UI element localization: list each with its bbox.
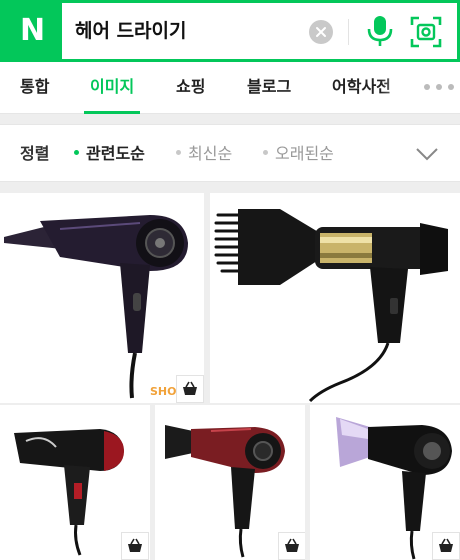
tab-fade-overlay <box>380 62 420 113</box>
voice-search-button[interactable] <box>365 14 395 48</box>
camera-lens-icon <box>410 16 442 48</box>
shopping-basket-icon <box>128 538 142 552</box>
divider <box>348 19 349 45</box>
sort-option-oldest[interactable]: 오래된순 <box>263 125 334 183</box>
image-result-5[interactable] <box>310 405 460 560</box>
search-input[interactable]: 헤어 드라이기 <box>75 3 187 59</box>
image-result-1[interactable]: SHO <box>0 193 204 403</box>
shop-badge[interactable] <box>176 375 204 403</box>
shop-badge[interactable] <box>432 532 460 560</box>
search-header: N 헤어 드라이기 <box>0 0 460 62</box>
shop-badge[interactable] <box>278 532 305 560</box>
shopping-basket-icon <box>285 538 299 552</box>
watermark-text: SHO <box>150 385 177 398</box>
close-icon <box>316 27 326 37</box>
shopping-basket-icon <box>183 381 197 395</box>
dot-icon <box>176 150 181 155</box>
sort-option-newest[interactable]: 최신순 <box>176 125 232 183</box>
naver-logo[interactable]: N <box>3 3 62 59</box>
microphone-icon <box>367 16 393 46</box>
search-tabs: 통합 이미지 쇼핑 블로그 어학사전 <box>0 62 460 114</box>
dot-icon <box>263 150 268 155</box>
tab-blog[interactable]: 블로그 <box>247 62 291 114</box>
sort-option-label: 오래된순 <box>275 144 334 163</box>
more-tabs-icon[interactable] <box>424 84 456 92</box>
selected-dot-icon <box>74 150 79 155</box>
shopping-basket-icon <box>439 538 453 552</box>
sort-option-label: 관련도순 <box>86 144 145 163</box>
search-bar: N 헤어 드라이기 <box>0 0 460 62</box>
image-result-3[interactable] <box>0 405 150 560</box>
hair-dryer-image <box>4 215 188 399</box>
shop-badge[interactable] <box>121 532 149 560</box>
hair-dryer-diffuser-image <box>214 209 448 403</box>
image-search-button[interactable] <box>410 16 442 48</box>
image-result-4[interactable] <box>155 405 305 560</box>
chevron-down-icon[interactable] <box>416 147 438 161</box>
sort-option-label: 최신순 <box>188 144 233 163</box>
tab-shopping[interactable]: 쇼핑 <box>176 62 205 114</box>
clear-search-button[interactable] <box>309 20 333 44</box>
sort-label: 정렬 <box>20 144 50 163</box>
tab-images[interactable]: 이미지 <box>83 62 141 114</box>
sort-bar: 정렬 관련도순 최신순 오래된순 <box>0 124 460 182</box>
sort-option-relevance[interactable]: 관련도순 <box>74 125 145 183</box>
image-result-2[interactable] <box>210 193 460 403</box>
tab-integrated[interactable]: 통합 <box>20 62 49 114</box>
